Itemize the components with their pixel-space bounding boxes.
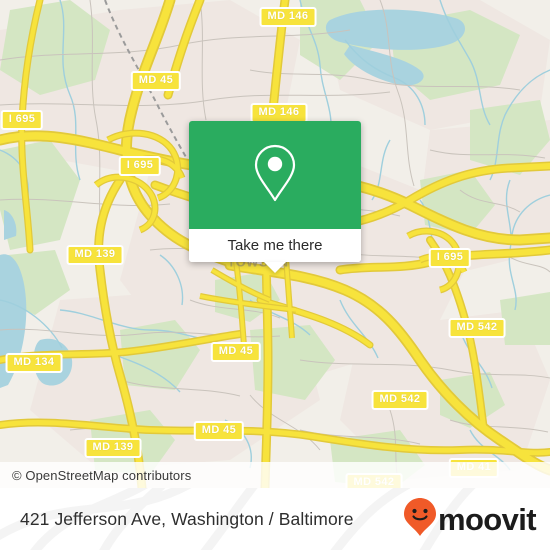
road-shield: I 695 (118, 156, 162, 176)
road-shield: MD 45 (193, 421, 245, 441)
footer-bar: 421 Jefferson Ave, Washington / Baltimor… (0, 488, 550, 550)
road-shield: MD 134 (5, 353, 63, 373)
popup-pin-area (189, 121, 361, 229)
map-pin-icon (252, 143, 298, 208)
road-shield: MD 45 (210, 342, 262, 362)
attribution-text: © OpenStreetMap contributors (12, 467, 192, 483)
popup-pointer-tail (264, 262, 286, 273)
moovit-smiley-pin-icon (403, 497, 437, 542)
road-shield: MD 139 (66, 245, 124, 265)
map-attribution: © OpenStreetMap contributors (0, 462, 550, 488)
take-me-there-button[interactable]: Take me there (189, 229, 361, 262)
address-label: 421 Jefferson Ave, Washington / Baltimor… (20, 488, 354, 550)
road-shield: I 695 (428, 248, 472, 268)
moovit-logo[interactable]: moovit (403, 488, 537, 550)
road-shield: I 695 (0, 110, 44, 130)
road-shield: MD 146 (259, 7, 317, 27)
road-shield: MD 542 (448, 318, 506, 338)
road-shield: MD 146 (250, 103, 308, 123)
road-shield: MD 139 (84, 438, 142, 458)
address-text: 421 Jefferson Ave, Washington / Baltimor… (20, 508, 354, 529)
road-shield: MD 45 (130, 71, 182, 91)
map-canvas[interactable]: TOWSON MD 146 MD 45 MD 146 I 695 I 695 MD 139… (0, 0, 550, 488)
take-me-there-label: Take me there (227, 237, 323, 254)
destination-popup-card[interactable]: Take me there (189, 121, 361, 273)
moovit-wordmark: moovit (437, 501, 537, 537)
road-shield: MD 542 (371, 390, 429, 410)
